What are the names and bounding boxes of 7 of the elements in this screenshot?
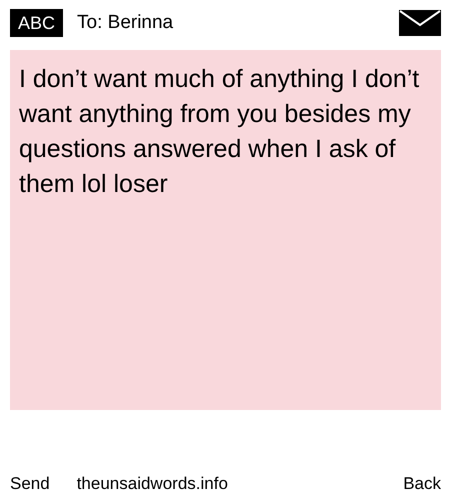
input-mode-badge: ABC <box>10 9 64 37</box>
envelope-icon <box>399 10 441 36</box>
send-softkey[interactable]: Send <box>10 474 50 494</box>
back-softkey[interactable]: Back <box>403 474 441 494</box>
recipient-label: To: Berinna <box>77 12 174 34</box>
site-url: theunsaidwords.info <box>76 474 229 494</box>
message-text[interactable]: I don’t want much of anything I don’t want anything from you besides my questions answered when I ask of them lol loser <box>10 50 441 410</box>
